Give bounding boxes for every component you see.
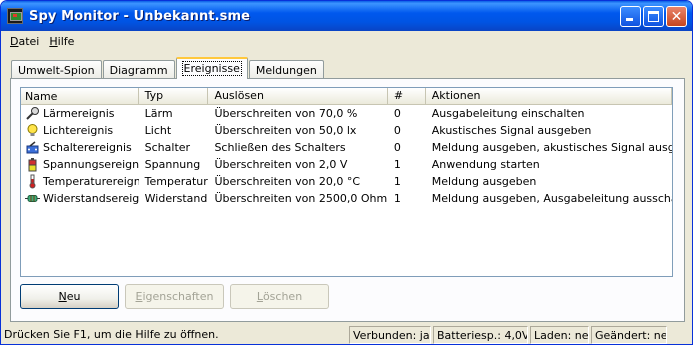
cell-count: 1	[393, 175, 401, 188]
cell-count: 0	[393, 124, 401, 137]
menu-datei-label: atei	[18, 34, 40, 48]
table-row[interactable]: Lichtereignis Licht Überschreiten von 50…	[21, 122, 672, 139]
title-bar[interactable]: Spy Monitor - Unbekannt.sme ✕	[1, 1, 692, 31]
cell-ausloesen: Überschreiten von 50,0 lx	[214, 124, 357, 137]
tab-meldungen[interactable]: Meldungen	[248, 60, 324, 79]
column-header-ausloesen[interactable]: Auslösen	[208, 88, 388, 105]
microphone-icon	[26, 107, 39, 120]
cell-aktionen: Akustisches Signal ausgeben	[431, 124, 592, 137]
maximize-button[interactable]	[643, 6, 664, 27]
status-connected: Verbunden: ja	[349, 326, 431, 344]
new-button-mnemonic: N	[58, 290, 67, 303]
cell-typ: Schalter	[144, 141, 191, 154]
thermometer-icon	[29, 174, 36, 189]
cell-aktionen: Meldung ausgeben, akustisches Signal aus…	[431, 141, 672, 154]
resistor-icon	[25, 195, 40, 202]
column-header-count[interactable]: #	[388, 88, 426, 105]
tab-label: Ereignisse	[181, 61, 242, 76]
cell-aktionen: Ausgabeleitung einschalten	[431, 107, 585, 120]
delete-button-label: öschen	[262, 290, 303, 303]
event-name: Spannungsereignis	[43, 158, 139, 171]
cell-typ: Spannung	[144, 158, 201, 171]
cell-count: 0	[393, 141, 401, 154]
event-name: Schalterereignis	[43, 141, 132, 154]
status-bar: Drücken Sie F1, um die Hilfe zu öffnen. …	[1, 324, 692, 344]
cell-count: 1	[393, 158, 401, 171]
properties-button-label: igenschaften	[142, 290, 214, 303]
menu-bar: Datei Hilfe	[1, 31, 692, 51]
close-button[interactable]: ✕	[666, 6, 687, 27]
cell-typ: Temperatur	[144, 175, 208, 188]
cell-ausloesen: Überschreiten von 70,0 %	[214, 107, 358, 120]
ereignisse-panel: Name Typ Auslösen # Aktionen Lärmereigni…	[10, 78, 685, 322]
cell-typ: Widerstand	[144, 192, 208, 205]
event-name: Lichtereignis	[43, 124, 114, 137]
tab-strip: Umwelt-Spion Diagramm Ereignisse Meldung…	[11, 57, 325, 79]
switch-icon	[26, 141, 39, 154]
column-header-aktionen[interactable]: Aktionen	[426, 88, 672, 105]
cell-aktionen: Meldung ausgeben	[431, 175, 537, 188]
window-title: Spy Monitor - Unbekannt.sme	[29, 8, 251, 24]
menu-hilfe[interactable]: Hilfe	[44, 33, 79, 50]
list-header: Name Typ Auslösen # Aktionen	[21, 88, 672, 105]
status-loading: Laden: nein	[530, 326, 589, 344]
status-changed: Geändert: nein	[591, 326, 667, 344]
cell-typ: Lärm	[144, 107, 173, 120]
tab-label: Umwelt-Spion	[18, 64, 95, 77]
cell-ausloesen: Überschreiten von 2,0 V	[214, 158, 348, 171]
column-header-name[interactable]: Name	[21, 88, 139, 105]
menu-hilfe-label: ilfe	[57, 34, 75, 48]
cell-name: Schalterereignis	[21, 139, 139, 156]
minimize-icon	[626, 18, 633, 21]
close-icon: ✕	[670, 8, 683, 25]
tab-label: Meldungen	[255, 64, 317, 77]
menu-datei[interactable]: Datei	[5, 33, 44, 50]
tab-label: Diagramm	[109, 64, 168, 77]
properties-button[interactable]: Eigenschaften	[125, 284, 224, 309]
cell-name: Widerstandsereignis	[21, 190, 139, 207]
table-row[interactable]: Spannungsereignis Spannung Überschreiten…	[21, 156, 672, 173]
main-window: Spy Monitor - Unbekannt.sme ✕ Datei Hilf…	[0, 0, 693, 345]
new-button[interactable]: Neu	[20, 284, 119, 309]
tab-umwelt-spion[interactable]: Umwelt-Spion	[11, 60, 102, 79]
table-row[interactable]: Widerstandsereignis Widerstand Überschre…	[21, 190, 672, 207]
status-hint: Drücken Sie F1, um die Hilfe zu öffnen.	[4, 328, 219, 341]
event-name: Widerstandsereignis	[43, 192, 139, 205]
cell-aktionen: Anwendung starten	[431, 158, 540, 171]
tab-diagramm[interactable]: Diagramm	[102, 60, 175, 79]
properties-button-mnemonic: E	[135, 290, 143, 303]
new-button-label: eu	[66, 290, 81, 303]
maximize-icon	[648, 11, 659, 22]
cell-name: Spannungsereignis	[21, 156, 139, 173]
event-list[interactable]: Name Typ Auslösen # Aktionen Lärmereigni…	[20, 87, 673, 277]
battery-icon	[28, 158, 37, 172]
cell-count: 1	[393, 192, 401, 205]
minimize-button[interactable]	[620, 6, 641, 27]
cell-typ: Licht	[144, 124, 172, 137]
tab-ereignisse[interactable]: Ereignisse	[175, 57, 248, 79]
app-monitor-icon[interactable]	[7, 8, 23, 24]
cell-name: Temperaturereignis	[21, 173, 139, 190]
cell-ausloesen: Überschreiten von 2500,0 Ohm	[214, 192, 388, 205]
caption-buttons: ✕	[620, 6, 687, 27]
event-name: Temperaturereignis	[43, 175, 139, 188]
table-row[interactable]: Lärmereignis Lärm Überschreiten von 70,0…	[21, 105, 672, 122]
menu-hilfe-mnemonic: H	[49, 34, 58, 48]
table-row[interactable]: Temperaturereignis Temperatur Überschrei…	[21, 173, 672, 190]
event-name: Lärmereignis	[43, 107, 115, 120]
cell-ausloesen: Schließen des Schalters	[214, 141, 346, 154]
lightbulb-icon	[27, 124, 38, 136]
status-battery: Batteriesp.: 4,0V	[433, 326, 528, 344]
column-header-typ[interactable]: Typ	[139, 88, 209, 105]
cell-name: Lichtereignis	[21, 122, 139, 139]
cell-aktionen: Meldung ausgeben, Ausgabeleitung ausscha…	[431, 192, 672, 205]
cell-count: 0	[393, 107, 401, 120]
delete-button[interactable]: Löschen	[230, 284, 329, 309]
table-row[interactable]: Schalterereignis Schalter Schließen des …	[21, 139, 672, 156]
cell-ausloesen: Überschreiten von 20,0 °C	[214, 175, 361, 188]
cell-name: Lärmereignis	[21, 105, 139, 122]
